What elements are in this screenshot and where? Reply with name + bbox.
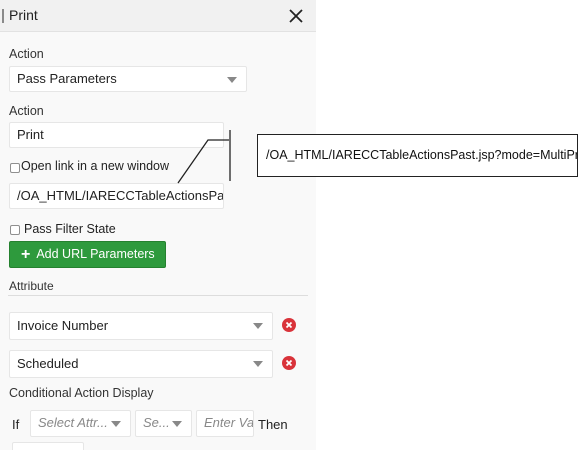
url-callout: /OA_HTML/IARECCTableActionsPast.jsp?mode…	[257, 134, 578, 177]
attribute-divider	[8, 295, 308, 296]
remove-attribute-2-button[interactable]	[282, 356, 296, 370]
pass-filter-state-label: Pass Filter State	[24, 222, 116, 236]
pass-filter-state-checkbox[interactable]	[10, 225, 20, 235]
plus-icon: +	[21, 246, 31, 263]
condition-operator-placeholder: Se...	[143, 415, 170, 430]
action-name-input[interactable]: Print	[9, 122, 224, 148]
remove-icon	[285, 321, 293, 329]
action-type-label: Action	[9, 47, 44, 61]
chevron-down-icon	[253, 361, 263, 367]
open-new-window-label: Open link in a new window	[21, 159, 169, 173]
panel-titlebar: Print	[0, 0, 316, 32]
remove-icon	[285, 359, 293, 367]
print-icon	[2, 9, 4, 23]
action-name-label: Action	[9, 104, 44, 118]
attribute-select-2[interactable]: Scheduled	[9, 350, 273, 378]
add-url-parameters-button[interactable]: + Add URL Parameters	[9, 241, 166, 268]
panel-title: Print	[9, 7, 38, 23]
condition-value-placeholder: Enter Val	[204, 415, 254, 430]
attribute-value-2: Scheduled	[17, 356, 79, 371]
then-label: Then	[258, 417, 288, 432]
add-url-parameters-label: Add URL Parameters	[36, 247, 155, 261]
open-new-window-checkbox[interactable]	[10, 163, 20, 173]
chevron-down-icon	[227, 77, 237, 83]
attribute-value-1: Invoice Number	[17, 318, 109, 333]
chevron-down-icon	[253, 323, 263, 329]
action-name-value: Print	[17, 127, 44, 142]
close-button[interactable]	[284, 4, 308, 28]
conditional-action-label: Conditional Action Display	[9, 386, 154, 400]
if-label: If	[12, 417, 20, 432]
url-input[interactable]: /OA_HTML/IARECCTableActionsPast.j	[9, 183, 224, 209]
close-icon	[289, 9, 303, 23]
chevron-down-icon	[111, 421, 121, 427]
condition-value-input[interactable]: Enter Val	[196, 410, 254, 437]
action-type-select[interactable]: Pass Parameters	[9, 66, 247, 92]
condition-attribute-select[interactable]: Select Attr...	[30, 410, 131, 437]
attribute-select-1[interactable]: Invoice Number	[9, 312, 273, 340]
url-callout-text: /OA_HTML/IARECCTableActionsPast.jsp?mode…	[266, 148, 578, 162]
action-type-value: Pass Parameters	[17, 71, 117, 86]
url-value: /OA_HTML/IARECCTableActionsPast.j	[17, 188, 224, 203]
remove-attribute-1-button[interactable]	[282, 318, 296, 332]
print-action-panel: Print Action Pass Parameters Action Prin…	[0, 0, 316, 450]
condition-attribute-placeholder: Select Attr...	[38, 415, 108, 430]
attribute-label: Attribute	[9, 279, 54, 293]
condition-operator-select[interactable]: Se...	[135, 410, 192, 437]
then-action-select[interactable]	[12, 442, 84, 450]
chevron-down-icon	[172, 421, 182, 427]
